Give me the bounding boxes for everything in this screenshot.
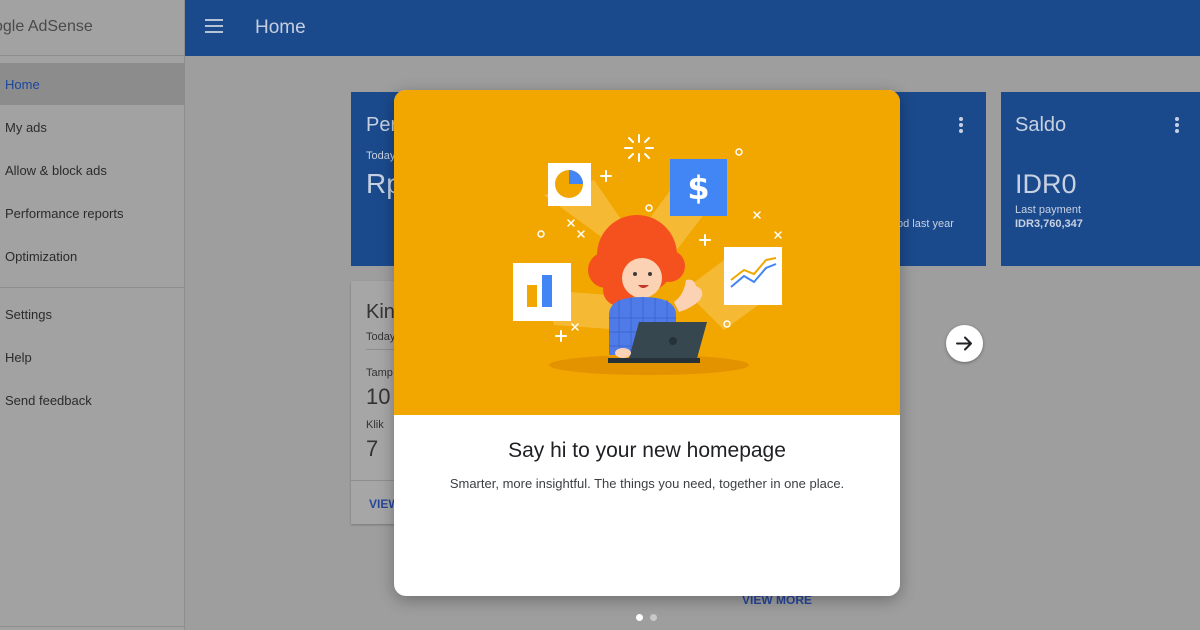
sidebar-item-help[interactable]: Help [0,336,185,378]
dialog-title: Say hi to your new homepage [508,439,786,462]
sidebar-divider [0,287,185,288]
card-title: Per [366,114,398,136]
clicks-label: Klik [366,419,384,431]
laptop-icon [628,322,707,362]
sidebar: ogle AdSense Home My ads Allow & block a… [0,0,185,630]
sidebar-item-label: Optimization [5,249,78,264]
card-period: Today [366,150,396,162]
sidebar-item-settings[interactable]: Settings [0,293,185,335]
pager-dot[interactable] [650,614,657,621]
welcome-dialog[interactable]: $ Say hi to your new homepage Smarter, m… [394,90,900,596]
brand-name: ogle AdSense [0,18,93,35]
balance-value: IDR0 [1015,169,1077,199]
card-title: Saldo [1015,114,1067,136]
brand-logo[interactable]: ogle AdSense [0,0,185,56]
balance-card[interactable]: Saldo IDR0 Last payment IDR3,760,347 [1001,92,1200,266]
comparison-text: od last year [897,218,954,230]
next-slide-button[interactable] [946,325,983,362]
sidebar-item-label: My ads [5,120,47,135]
sidebar-item-label: Send feedback [5,393,92,408]
sidebar-item-label: Performance reports [5,206,124,221]
sidebar-item-label: Allow & block ads [5,163,107,178]
welcome-illustration: $ [394,90,900,415]
sidebar-divider [0,626,185,627]
sidebar-item-my-ads[interactable]: My ads [0,106,185,148]
arrow-right-icon [956,336,972,351]
sidebar-item-allow-block-ads[interactable]: Allow & block ads [0,149,185,191]
more-vert-icon[interactable] [1175,117,1179,133]
hamburger-menu-icon[interactable] [205,19,223,33]
person-with-laptop-illustration: $ [513,134,782,375]
impressions-label: Tamp [366,367,393,379]
sidebar-item-home[interactable]: Home [0,63,185,105]
sidebar-item-label: Help [5,350,32,365]
card-title: Kin [366,301,395,323]
sidebar-item-optimization[interactable]: Optimization [0,235,185,277]
clicks-value: 7 [366,436,379,461]
sidebar-item-label: Settings [5,307,52,322]
last-payment-label: Last payment [1015,204,1082,216]
sidebar-item-performance-reports[interactable]: Performance reports [0,192,185,234]
page-title: Home [255,17,306,38]
dialog-subtitle: Smarter, more insightful. The things you… [449,476,845,491]
card-period: Today [366,331,396,343]
sidebar-item-label: Home [5,77,40,92]
pager-dot-active[interactable] [636,614,643,621]
top-app-bar: Home [185,0,1200,56]
more-vert-icon[interactable] [959,117,963,133]
impressions-value: 10 [366,384,391,409]
sidebar-item-send-feedback[interactable]: Send feedback [0,379,185,421]
svg-text:$: $ [687,169,709,207]
last-payment-value: IDR3,760,347 [1015,218,1083,230]
line-chart-icon [724,247,782,305]
